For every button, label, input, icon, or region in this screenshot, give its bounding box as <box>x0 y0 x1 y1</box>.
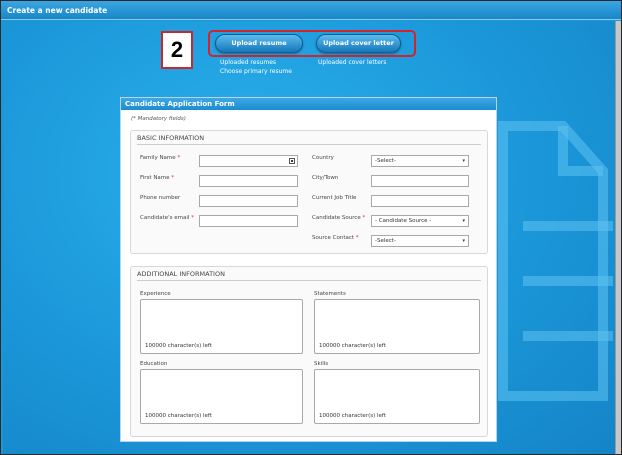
vertical-scrollbar[interactable] <box>615 21 621 454</box>
source-contact-select[interactable]: -Select- ▾ <box>371 235 469 247</box>
city-label: City/Town <box>312 175 339 181</box>
country-select[interactable]: -Select- ▾ <box>371 155 469 167</box>
country-label: Country <box>312 155 334 161</box>
field-picker-icon[interactable]: ▪ <box>289 158 295 164</box>
form-title: Candidate Application Form <box>121 98 496 110</box>
city-input[interactable] <box>371 175 469 187</box>
skills-label: Skills <box>314 361 329 367</box>
chevron-down-icon: ▾ <box>462 158 465 164</box>
experience-char-count: 100000 character(s) left <box>145 343 212 349</box>
skills-textarea[interactable]: 100000 character(s) left <box>314 369 480 424</box>
experience-textarea[interactable]: 100000 character(s) left <box>140 299 303 354</box>
statements-char-count: 100000 character(s) left <box>319 343 386 349</box>
source-contact-label: Source Contact * <box>312 235 359 241</box>
education-label: Education <box>140 361 168 367</box>
document-watermark-icon <box>498 121 613 401</box>
chevron-down-icon: ▾ <box>462 218 465 224</box>
uploaded-cover-letters-link[interactable]: Uploaded cover letters <box>318 59 386 66</box>
phone-number-label: Phone number <box>140 195 181 201</box>
education-textarea[interactable]: 100000 character(s) left <box>140 369 303 424</box>
uploaded-resumes-link[interactable]: Uploaded resumes <box>220 59 276 66</box>
window-title: Create a new candidate <box>7 6 108 15</box>
candidate-source-label: Candidate Source * <box>312 215 366 221</box>
legend-divider <box>137 280 481 281</box>
phone-number-input[interactable] <box>199 195 298 207</box>
family-name-label: Family Name * <box>140 155 181 161</box>
current-job-title-label: Current Job Title <box>312 195 357 201</box>
basic-information-section: BASIC INFORMATION Family Name * ▪ First … <box>130 130 488 254</box>
statements-textarea[interactable]: 100000 character(s) left <box>314 299 480 354</box>
basic-information-legend: BASIC INFORMATION <box>137 134 205 142</box>
email-input[interactable] <box>199 215 298 227</box>
email-label: Candidate's email * <box>140 215 194 221</box>
additional-information-section: ADDITIONAL INFORMATION Experience 100000… <box>130 266 488 437</box>
choose-primary-resume-link[interactable]: Choose primary resume <box>220 68 292 75</box>
step-number-badge: 2 <box>161 31 193 69</box>
upload-resume-button[interactable]: Upload resume <box>215 34 303 53</box>
family-name-input[interactable]: ▪ <box>199 155 298 167</box>
first-name-label: First Name * <box>140 175 175 181</box>
chevron-down-icon: ▾ <box>462 238 465 244</box>
candidate-application-form: Candidate Application Form (* Mandatory … <box>120 97 497 442</box>
legend-divider <box>137 144 481 145</box>
additional-information-legend: ADDITIONAL INFORMATION <box>137 270 225 278</box>
upload-cover-letter-button[interactable]: Upload cover letter <box>316 34 401 53</box>
experience-label: Experience <box>140 291 171 297</box>
education-char-count: 100000 character(s) left <box>145 413 212 419</box>
mandatory-note: (* Mandatory fields) <box>131 116 186 122</box>
skills-char-count: 100000 character(s) left <box>319 413 386 419</box>
statements-label: Statements <box>314 291 346 297</box>
current-job-title-input[interactable] <box>371 195 469 207</box>
window-frame: Create a new candidate 2 Upload resume U… <box>0 0 622 455</box>
first-name-input[interactable] <box>199 175 298 187</box>
candidate-source-select[interactable]: - Candidate Source - ▾ <box>371 215 469 227</box>
title-bar: Create a new candidate <box>1 1 621 20</box>
